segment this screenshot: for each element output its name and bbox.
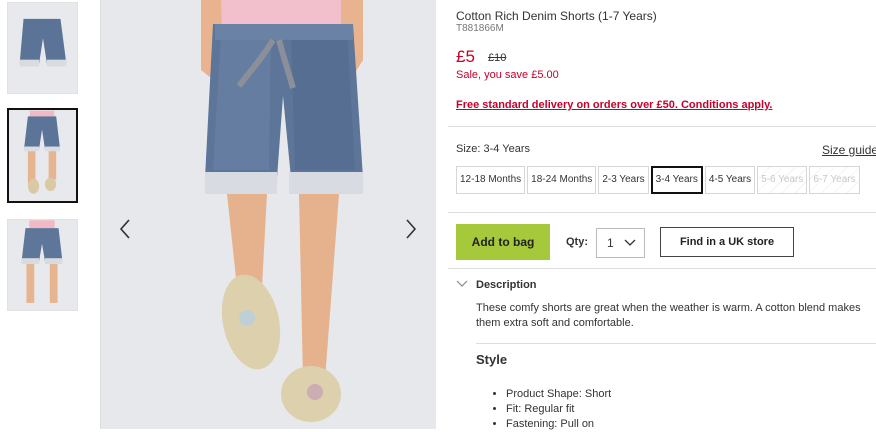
style-list: Product Shape: Short Fit: Regular fit Fa… xyxy=(492,387,611,432)
divider xyxy=(448,212,876,213)
find-in-store-button[interactable]: Find in a UK store xyxy=(660,227,794,257)
description-text: These comfy shorts are great when the we… xyxy=(476,302,861,329)
product-title: Cotton Rich Denim Shorts (1-7 Years) xyxy=(456,9,657,23)
thumbnail-3-image xyxy=(8,220,77,310)
thumbnail-1-image xyxy=(8,3,77,93)
thumbnail-3[interactable] xyxy=(7,219,78,311)
thumbnail-1[interactable] xyxy=(7,2,78,94)
size-option-5-6-years: 5-6 Years xyxy=(757,166,808,194)
thumbnail-2-image xyxy=(9,110,76,201)
size-guide-link[interactable]: Size guide xyxy=(822,143,876,157)
divider xyxy=(476,343,876,344)
description-heading: Description xyxy=(476,279,537,291)
size-option-4-5-years[interactable]: 4-5 Years xyxy=(704,166,756,194)
previous-image-button[interactable] xyxy=(115,214,135,244)
chevron-right-icon xyxy=(406,219,417,239)
add-to-bag-button[interactable]: Add to bag xyxy=(456,224,550,260)
size-option-12-18-months[interactable]: 12-18 Months xyxy=(456,166,526,194)
chevron-left-icon xyxy=(119,219,130,239)
next-image-button[interactable] xyxy=(401,214,421,244)
delivery-link[interactable]: Free standard delivery on orders over £5… xyxy=(456,99,772,111)
product-sku: T881866M xyxy=(456,23,504,34)
size-option-3-4-years[interactable]: 3-4 Years xyxy=(650,166,703,194)
thumbnail-2[interactable] xyxy=(7,108,78,203)
divider xyxy=(448,268,876,269)
list-item: Product Shape: Short xyxy=(506,387,611,402)
sale-price: £5 xyxy=(456,47,475,66)
style-heading: Style xyxy=(476,352,508,367)
size-label: Size: 3-4 Years xyxy=(456,143,530,155)
quantity-value: 1 xyxy=(607,236,614,250)
list-item: Fit: Regular fit xyxy=(506,402,611,417)
size-option-18-24-months[interactable]: 18-24 Months xyxy=(527,166,597,194)
description-toggle[interactable]: Description xyxy=(456,279,537,291)
quantity-label: Qty: xyxy=(566,236,588,248)
size-options: 12-18 Months 18-24 Months 2-3 Years 3-4 … xyxy=(456,166,860,194)
product-photo xyxy=(101,0,436,429)
original-price: £10 xyxy=(488,52,507,64)
size-option-2-3-years[interactable]: 2-3 Years xyxy=(598,166,649,194)
saving-text: Sale, you save £5.00 xyxy=(456,69,559,81)
size-option-6-7-years: 6-7 Years xyxy=(809,166,860,194)
quantity-select[interactable]: 1 xyxy=(596,228,645,258)
divider xyxy=(448,126,876,127)
chevron-down-icon xyxy=(624,239,636,246)
list-item: Fastening: Pull on xyxy=(506,417,611,432)
main-product-image xyxy=(100,0,436,429)
chevron-down-icon xyxy=(456,280,468,287)
